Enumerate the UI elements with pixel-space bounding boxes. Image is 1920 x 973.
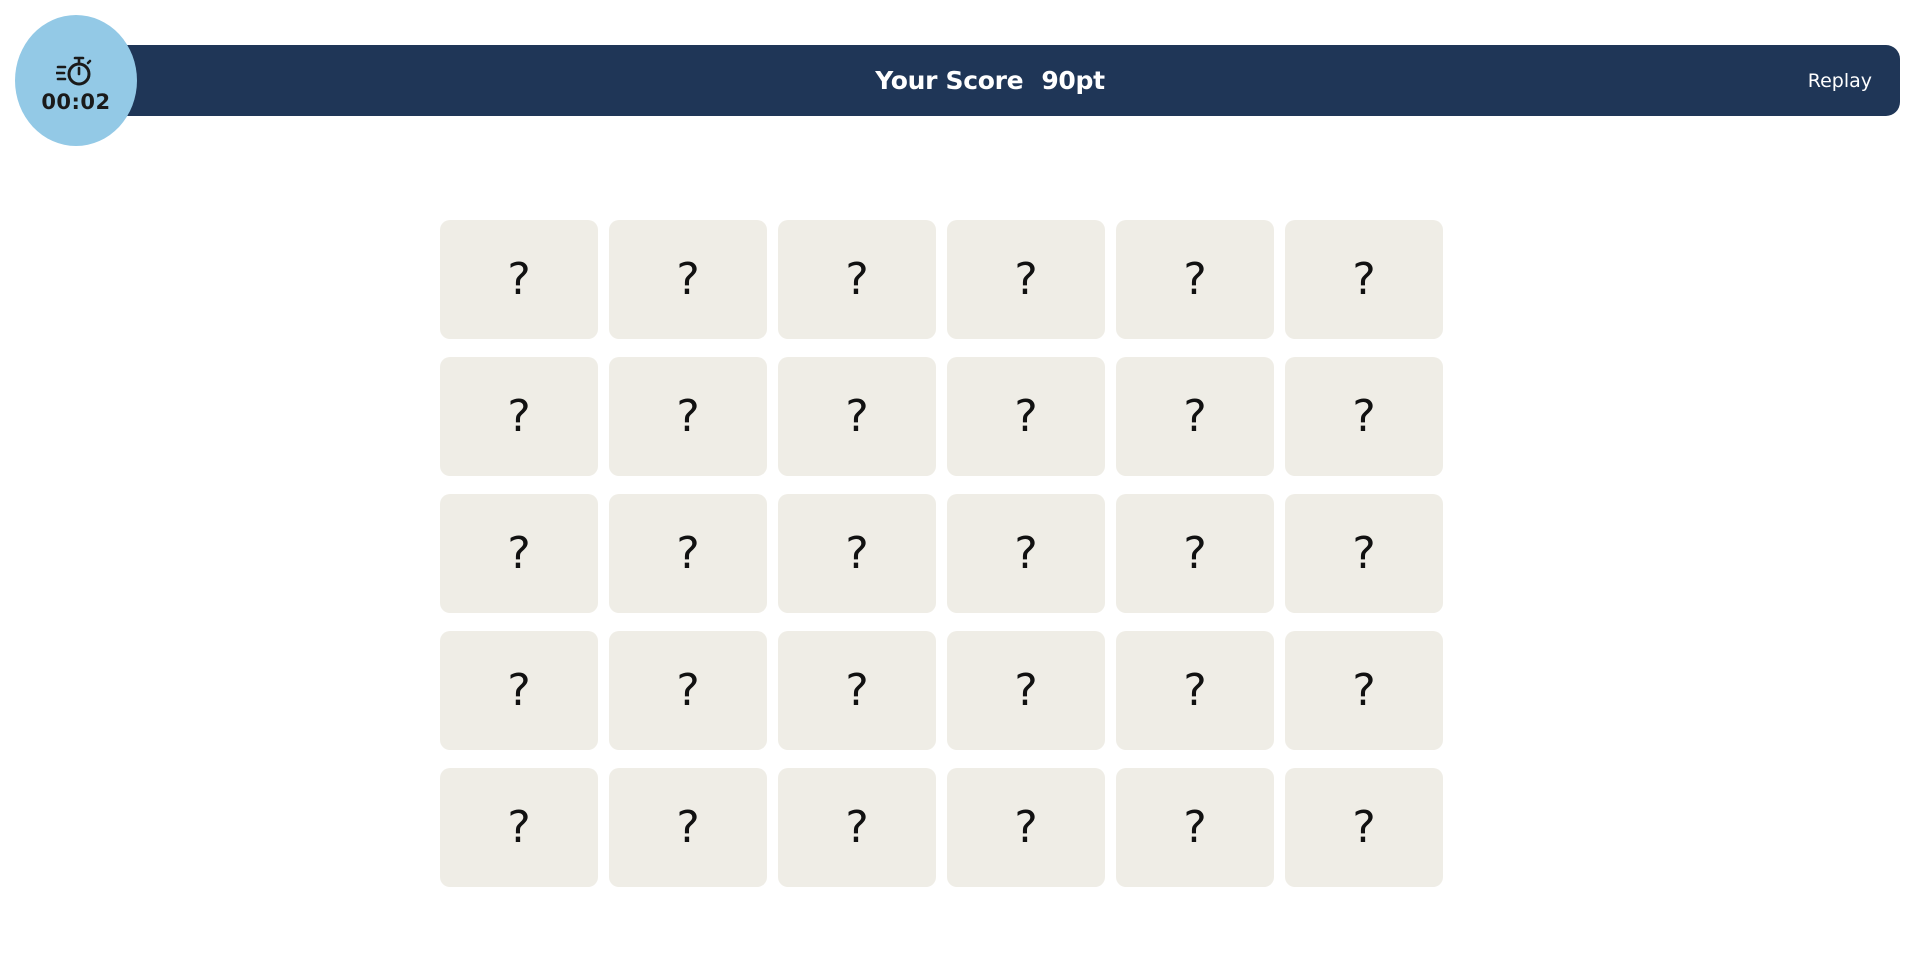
memory-card[interactable]: ? — [947, 494, 1105, 613]
memory-card[interactable]: ? — [440, 631, 598, 750]
timer-badge: 00:02 — [15, 15, 137, 146]
score-label: Your Score — [875, 66, 1024, 95]
memory-card[interactable]: ? — [778, 631, 936, 750]
replay-button[interactable]: Replay — [1808, 45, 1872, 116]
memory-card[interactable]: ? — [1116, 631, 1274, 750]
memory-card[interactable]: ? — [947, 357, 1105, 476]
header-bar: Your Score 90pt Replay — [80, 45, 1900, 116]
memory-card[interactable]: ? — [1116, 357, 1274, 476]
stopwatch-icon — [56, 56, 92, 85]
memory-card[interactable]: ? — [1285, 357, 1443, 476]
memory-card[interactable]: ? — [1116, 768, 1274, 887]
memory-card[interactable]: ? — [609, 768, 767, 887]
score-display: Your Score 90pt — [80, 45, 1900, 116]
memory-card[interactable]: ? — [440, 494, 598, 613]
memory-card[interactable]: ? — [778, 494, 936, 613]
memory-card[interactable]: ? — [440, 768, 598, 887]
memory-card[interactable]: ? — [1285, 494, 1443, 613]
memory-card[interactable]: ? — [778, 357, 936, 476]
memory-card[interactable]: ? — [609, 357, 767, 476]
memory-card[interactable]: ? — [440, 220, 598, 339]
score-value: 90pt — [1041, 66, 1105, 95]
memory-card[interactable]: ? — [947, 220, 1105, 339]
memory-card[interactable]: ? — [778, 768, 936, 887]
memory-card[interactable]: ? — [1116, 494, 1274, 613]
memory-card[interactable]: ? — [947, 768, 1105, 887]
memory-card[interactable]: ? — [1116, 220, 1274, 339]
memory-card[interactable]: ? — [1285, 768, 1443, 887]
memory-card[interactable]: ? — [778, 220, 936, 339]
card-grid: ?????????????????????????????? — [440, 220, 1443, 887]
memory-card[interactable]: ? — [440, 357, 598, 476]
memory-card[interactable]: ? — [1285, 220, 1443, 339]
memory-card[interactable]: ? — [609, 494, 767, 613]
memory-card[interactable]: ? — [609, 220, 767, 339]
memory-card[interactable]: ? — [1285, 631, 1443, 750]
timer-value: 00:02 — [41, 89, 111, 114]
memory-card[interactable]: ? — [609, 631, 767, 750]
memory-card[interactable]: ? — [947, 631, 1105, 750]
